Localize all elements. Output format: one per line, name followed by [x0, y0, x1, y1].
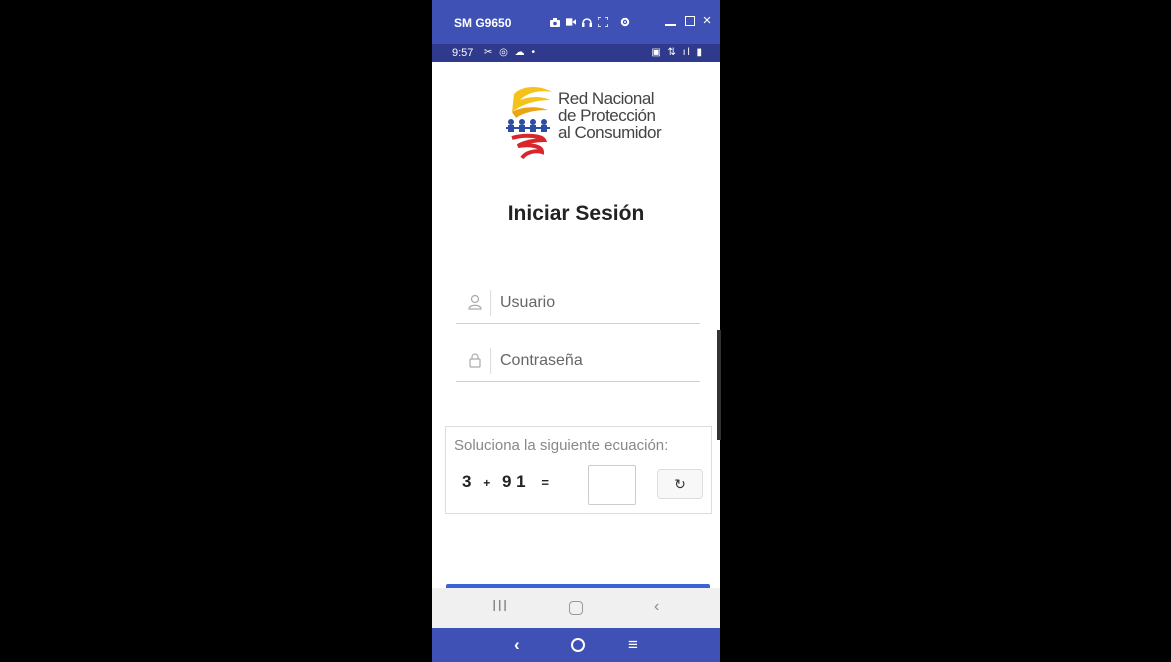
scrollbar-handle[interactable]	[717, 330, 721, 440]
emulator-bottom-bar: ‹ ≡	[432, 628, 720, 662]
settings-gear-icon[interactable]	[620, 17, 630, 27]
logo-line-2: de Protección	[558, 106, 656, 125]
logo-line-1: Red Nacional	[558, 89, 655, 108]
phone-status-bar: 9:57 ✂ ◎ ☁ • ▣ ⇅ ıl ▮	[432, 44, 720, 62]
app-screen: Red Nacional de Protección al Consumidor…	[432, 62, 720, 588]
emulator-toolbar	[550, 14, 630, 30]
emulator-home-button[interactable]	[571, 635, 585, 652]
minimize-button[interactable]	[662, 12, 678, 30]
logo-line-3: al Consumidor	[558, 123, 662, 142]
fullscreen-icon[interactable]	[598, 17, 608, 27]
captcha-operand-1: 3	[462, 472, 472, 491]
home-button[interactable]	[569, 598, 583, 615]
user-icon	[468, 294, 482, 310]
emulator-menu-button[interactable]: ≡	[628, 635, 638, 655]
page-title: Iniciar Sesión	[507, 202, 645, 225]
notification-icons: ✂ ◎ ☁ •	[484, 47, 537, 58]
captcha-refresh-button[interactable]: ↻	[657, 469, 703, 499]
captcha-operator: +	[483, 476, 491, 490]
field-divider	[490, 290, 491, 316]
refresh-icon: ↻	[674, 475, 686, 492]
home-icon	[569, 601, 583, 615]
logo-emblem-icon	[506, 87, 552, 160]
captcha-answer-input[interactable]	[588, 465, 636, 505]
minimize-icon	[664, 17, 676, 26]
captcha-label: Soluciona la siguiente ecuación:	[454, 437, 669, 454]
captcha-operand-2: 9 1	[501, 472, 526, 491]
maximize-icon	[685, 16, 695, 26]
emulator-window: SM G9650 × 9:57 ✂ ◎ ☁ • ▣ ⇅ ıl ▮ Red Nac…	[432, 0, 720, 662]
captcha-equation: 3 + 9 1 =	[462, 472, 556, 492]
video-icon[interactable]	[566, 17, 576, 27]
logo-text: Red Nacional de Protección al Consumidor	[558, 89, 662, 142]
password-input[interactable]	[500, 348, 690, 374]
captcha-box: Soluciona la siguiente ecuación: 3 + 9 1…	[445, 426, 712, 514]
lock-icon	[468, 352, 482, 368]
red-nacional-logo: Red Nacional de Protección al Consumidor	[502, 82, 662, 162]
emulator-titlebar: SM G9650 ×	[432, 0, 720, 44]
close-icon: ×	[702, 12, 712, 29]
circle-home-icon	[571, 638, 585, 652]
device-name: SM G9650	[454, 16, 512, 30]
maximize-button[interactable]	[683, 12, 697, 30]
camera-icon[interactable]	[550, 17, 560, 27]
android-navigation-bar: III ‹	[432, 588, 720, 628]
headphones-icon[interactable]	[582, 17, 592, 27]
username-field[interactable]	[456, 284, 700, 324]
system-status-icons: ▣ ⇅ ıl ▮	[651, 47, 704, 58]
close-button[interactable]: ×	[700, 12, 714, 30]
captcha-equals: =	[541, 475, 549, 490]
field-divider	[490, 348, 491, 374]
emulator-back-button[interactable]: ‹	[514, 635, 520, 655]
username-input[interactable]	[500, 290, 690, 316]
password-field[interactable]	[456, 342, 700, 382]
recent-apps-button[interactable]: III	[492, 598, 508, 616]
back-button[interactable]: ‹	[654, 598, 659, 616]
status-time: 9:57	[452, 47, 474, 59]
